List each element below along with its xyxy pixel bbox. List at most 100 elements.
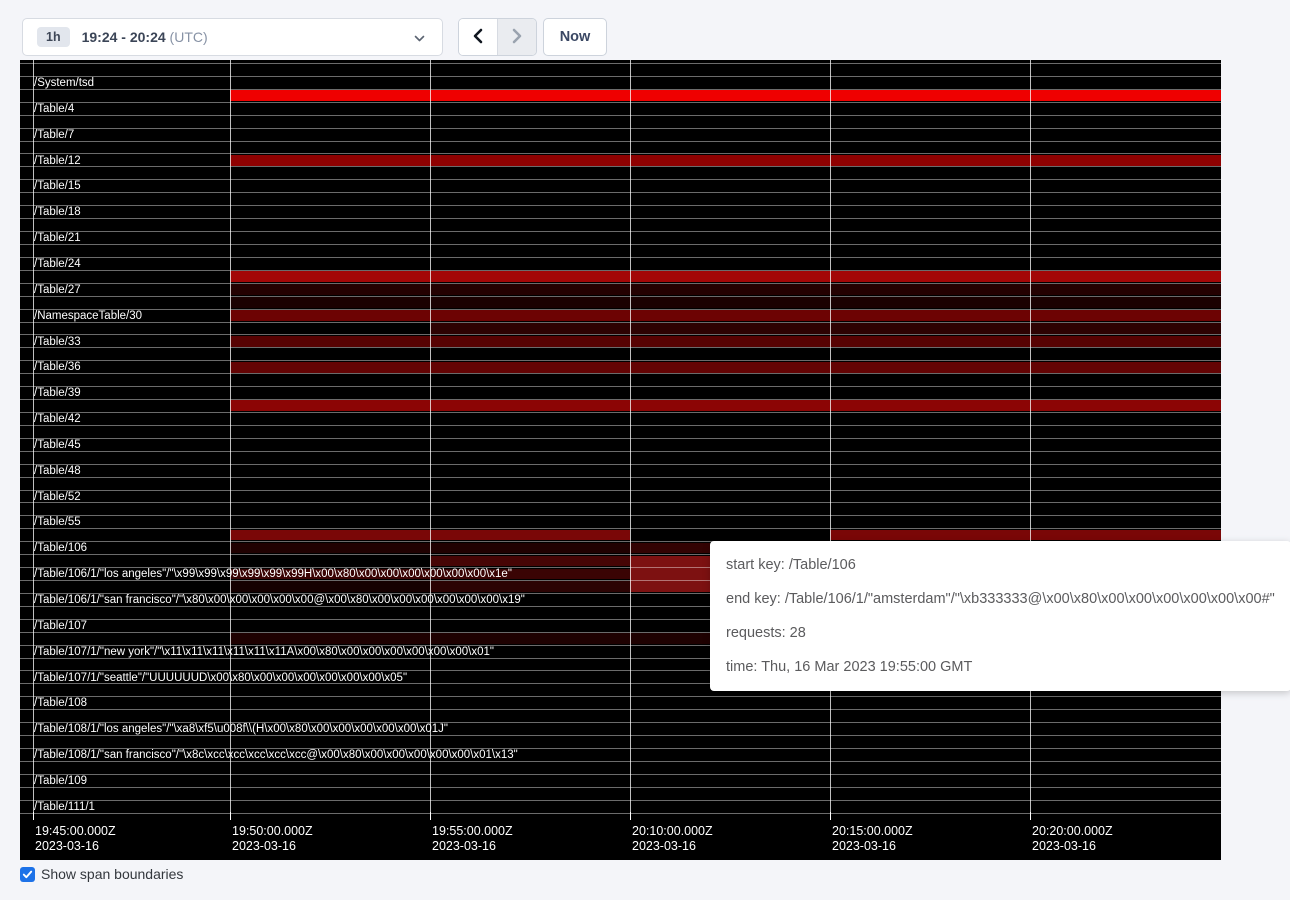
row-label: /Table/109 <box>34 775 87 788</box>
span-boundary-line <box>20 813 1221 814</box>
span-boundary-line <box>20 490 1221 491</box>
keyviz-heatmap-canvas[interactable]: /System/tsd/Table/4/Table/7/Table/12/Tab… <box>20 60 1221 860</box>
heat-band[interactable] <box>230 400 1221 411</box>
checkmark-icon <box>22 869 33 880</box>
heat-band[interactable] <box>230 310 1221 321</box>
span-boundary-line <box>20 192 1221 193</box>
axis-tick <box>630 812 631 820</box>
span-boundary-line <box>20 800 1221 801</box>
heat-band[interactable] <box>230 362 1221 373</box>
hover-tooltip: start key: /Table/106 end key: /Table/10… <box>710 541 1290 691</box>
span-boundary-line <box>20 244 1221 245</box>
now-button[interactable]: Now <box>543 18 607 56</box>
show-span-boundaries-checkbox[interactable] <box>20 867 35 882</box>
heat-band[interactable] <box>230 633 710 644</box>
prev-time-button[interactable] <box>459 19 498 55</box>
span-boundary-line <box>20 296 1221 297</box>
axis-time-label: 19:45:00.000Z2023-03-16 <box>35 824 116 854</box>
row-label: /Table/107/1/"seattle"/"UUUUUUD\x00\x80\… <box>34 672 407 685</box>
span-boundary-line <box>20 451 1221 452</box>
row-label: /System/tsd <box>34 77 94 90</box>
time-gridline <box>830 60 831 820</box>
heat-band[interactable] <box>230 336 1221 347</box>
axis-time-label: 20:20:00.000Z2023-03-16 <box>1032 824 1113 854</box>
heat-band[interactable] <box>230 581 430 592</box>
time-range-dropdown[interactable]: 1h 19:24 - 20:24 (UTC) <box>22 18 443 56</box>
axis-tick <box>430 812 431 820</box>
row-label: /Table/36 <box>34 361 81 374</box>
axis-time-label: 20:15:00.000Z2023-03-16 <box>832 824 913 854</box>
heat-band[interactable] <box>230 90 1221 101</box>
axis-time-label: 20:10:00.000Z2023-03-16 <box>632 824 713 854</box>
span-boundary-line <box>20 502 1221 503</box>
span-boundary-line <box>20 89 1221 90</box>
span-boundary-line <box>20 334 1221 335</box>
timezone-label: (UTC) <box>170 29 208 45</box>
show-span-boundaries-control[interactable]: Show span boundaries <box>20 866 183 882</box>
row-label: /Table/111/1 <box>34 801 95 814</box>
heat-band[interactable] <box>230 271 1221 282</box>
row-label: /Table/21 <box>34 232 81 245</box>
heat-band[interactable] <box>230 284 1221 295</box>
row-label: /Table/106/1/"los angeles"/"\x99\x99\x99… <box>34 568 512 581</box>
duration-badge: 1h <box>37 27 70 47</box>
span-boundary-line <box>20 76 1221 77</box>
toolbar: 1h 19:24 - 20:24 (UTC) Now <box>0 0 1290 60</box>
span-boundary-line <box>20 360 1221 361</box>
row-label: /Table/4 <box>34 103 74 116</box>
span-boundary-line <box>20 115 1221 116</box>
span-boundary-line <box>20 696 1221 697</box>
row-label: /NamespaceTable/30 <box>34 310 142 323</box>
span-boundary-line <box>20 309 1221 310</box>
row-label: /Table/48 <box>34 465 81 478</box>
span-boundary-line <box>20 464 1221 465</box>
heat-band[interactable] <box>430 323 1221 334</box>
span-boundary-line <box>20 399 1221 400</box>
axis-tick <box>1030 812 1031 820</box>
span-boundary-line <box>20 257 1221 258</box>
axis-tick <box>33 812 34 820</box>
chevron-right-icon <box>510 28 524 47</box>
span-boundary-line <box>20 787 1221 788</box>
heat-band[interactable] <box>630 543 710 553</box>
row-label: /Table/106/1/"san francisco"/"\x80\x00\x… <box>34 594 525 607</box>
row-label: /Table/45 <box>34 439 81 452</box>
span-boundary-line <box>20 128 1221 129</box>
show-span-boundaries-label: Show span boundaries <box>41 866 183 882</box>
span-boundary-line <box>20 218 1221 219</box>
heat-band[interactable] <box>830 530 1221 540</box>
row-label: /Table/24 <box>34 258 81 271</box>
span-boundary-line <box>20 270 1221 271</box>
span-boundary-line <box>20 231 1221 232</box>
heat-band[interactable] <box>230 297 1221 308</box>
row-label: /Table/55 <box>34 516 81 529</box>
row-label: /Table/108/1/"los angeles"/"\xa8\xf5\u00… <box>34 723 448 736</box>
span-boundary-line <box>20 63 1221 64</box>
row-label: /Table/108 <box>34 697 87 710</box>
row-label: /Table/7 <box>34 129 74 142</box>
row-label: /Table/33 <box>34 336 81 349</box>
time-gridline <box>430 60 431 820</box>
heat-band[interactable] <box>230 155 1221 166</box>
row-label: /Table/18 <box>34 206 81 219</box>
row-label: /Table/107 <box>34 620 87 633</box>
span-boundary-line <box>20 412 1221 413</box>
next-time-button[interactable] <box>498 19 537 55</box>
row-label: /Table/107/1/"new york"/"\x11\x11\x11\x1… <box>34 646 494 659</box>
span-boundary-line <box>20 347 1221 348</box>
span-boundary-line <box>20 322 1221 323</box>
span-boundary-line <box>20 283 1221 284</box>
span-boundary-line <box>20 774 1221 775</box>
heat-band[interactable] <box>430 556 630 566</box>
heat-band[interactable] <box>430 581 630 592</box>
span-boundary-line <box>20 179 1221 180</box>
axis-tick <box>830 812 831 820</box>
span-boundary-line <box>20 166 1221 167</box>
row-label: /Table/108/1/"san francisco"/"\x8c\xcc\x… <box>34 749 518 762</box>
tooltip-end-key: end key: /Table/106/1/"amsterdam"/"\xb33… <box>726 588 1275 610</box>
heat-band[interactable] <box>630 556 710 592</box>
span-boundary-line <box>20 386 1221 387</box>
tooltip-start-key: start key: /Table/106 <box>726 554 1275 576</box>
axis-time-label: 19:50:00.000Z2023-03-16 <box>232 824 313 854</box>
time-gridline <box>230 60 231 820</box>
